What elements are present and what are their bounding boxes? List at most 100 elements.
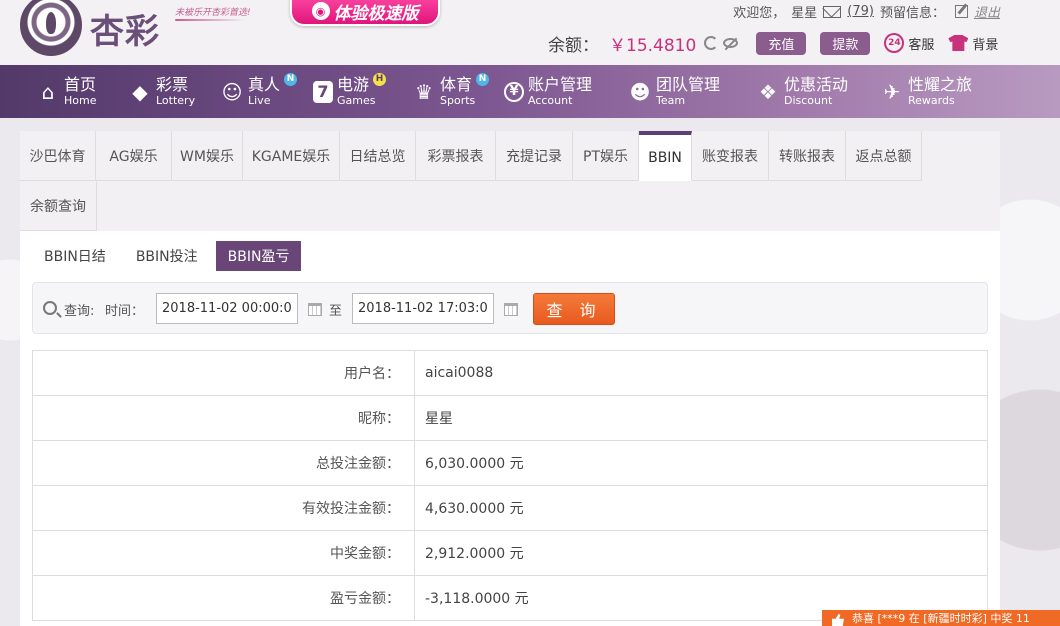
table-row: 昵称： 星星 <box>32 395 988 441</box>
nav-sublabel: Rewards <box>908 94 955 107</box>
main-nav: ⌂ 首页 Home ◆ 彩票 Lottery ☺ 真人 Live N 7 电游 Games… <box>0 65 1060 118</box>
tab-shaba-sports[interactable]: 沙巴体育 <box>20 131 96 181</box>
winner-ticker[interactable]: 恭喜 [***9 在 [新疆时时彩] 中奖 11 <box>822 610 1060 626</box>
row-label: 有效投注金额： <box>32 485 415 531</box>
row-value: aicai0088 <box>414 350 988 396</box>
nav-label: 团队管理 <box>656 75 721 94</box>
nav-label: 首页 <box>64 75 97 94</box>
calendar-icon[interactable] <box>308 303 322 316</box>
logout-link[interactable]: 退出 <box>974 2 1000 21</box>
nav-sublabel: Sports <box>440 94 476 107</box>
subtab-bbin-profit[interactable]: BBIN盈亏 <box>215 241 302 271</box>
hide-balance-icon[interactable] <box>723 38 739 48</box>
nav-item-account[interactable]: ¥ 账户管理 Account <box>504 65 592 118</box>
gift-icon: ❖ <box>759 79 777 104</box>
nav-item-rewards[interactable]: ✈ 性耀之旅 Rewards <box>880 65 972 118</box>
speed-version-button[interactable]: ◉ 体验极速版 <box>290 0 440 26</box>
brand-name[interactable]: 杏彩 <box>90 4 160 53</box>
row-label: 总投注金额： <box>32 440 415 486</box>
shirt-icon <box>948 35 969 51</box>
promo-icon: ◉ <box>311 2 330 20</box>
report-panel: 沙巴体育 AG娱乐 WM娱乐 KGAME娱乐 日结总览 彩票报表 充提记录 PT… <box>20 131 1000 626</box>
tab-balance-change[interactable]: 账变报表 <box>692 131 769 181</box>
customer-service-link[interactable]: 24 客服 <box>884 33 934 53</box>
nav-sublabel: Account <box>528 94 573 107</box>
search-icon <box>43 301 57 315</box>
nav-item-lottery[interactable]: ◆ 彩票 Lottery <box>128 65 195 118</box>
nav-sublabel: Games <box>337 94 376 107</box>
nav-sublabel: Home <box>64 94 97 107</box>
nav-sublabel: Team <box>656 94 686 107</box>
new-badge: N <box>476 73 489 86</box>
header: 杏彩 未被乐开杏彩首选! ◉ 体验极速版 欢迎您， 星星 (79) 预留信息： … <box>0 0 1060 65</box>
nav-item-live[interactable]: ☺ 真人 Live N <box>220 65 297 118</box>
live-icon: ☺ <box>221 79 243 104</box>
username: 星星 <box>791 6 818 21</box>
nav-label: 彩票 <box>156 75 189 94</box>
tab-bbin[interactable]: BBIN <box>639 131 692 181</box>
end-time-input[interactable] <box>352 293 494 324</box>
nav-item-discount[interactable]: ❖ 优惠活动 Discount <box>756 65 848 118</box>
row-value: 2,912.0000 元 <box>414 530 988 576</box>
trophy-icon: ♛ <box>415 79 433 104</box>
tab-kgame[interactable]: KGAME娱乐 <box>243 131 340 181</box>
slogan: 未被乐开杏彩首选! <box>175 5 251 21</box>
row-label: 昵称： <box>32 395 415 441</box>
ticker-text: 恭喜 [***9 在 [新疆时时彩] 中奖 11 <box>852 612 1030 625</box>
logo-icon[interactable] <box>20 0 82 56</box>
nav-item-team[interactable]: ☻ 团队管理 Team <box>628 65 720 118</box>
thumbs-up-icon <box>832 614 844 626</box>
row-label: 盈亏金额： <box>32 575 415 621</box>
tab-transfer-report[interactable]: 转账报表 <box>769 131 846 181</box>
table-row: 用户名： aicai0088 <box>32 350 988 396</box>
tab-deposit-records[interactable]: 充提记录 <box>496 131 573 181</box>
row-value: 星星 <box>414 395 988 441</box>
nav-item-home[interactable]: ⌂ 首页 Home <box>36 65 97 118</box>
rewards-icon: ✈ <box>883 79 901 104</box>
tab-ag[interactable]: AG娱乐 <box>96 131 172 181</box>
start-time-input[interactable] <box>156 293 298 324</box>
report-tabs: 沙巴体育 AG娱乐 WM娱乐 KGAME娱乐 日结总览 彩票报表 充提记录 PT… <box>20 131 1000 231</box>
nav-sublabel: Lottery <box>156 94 196 107</box>
search-bar: 查询: 时间： 至 查 询 <box>32 282 988 334</box>
customer-service-icon: 24 <box>884 33 905 53</box>
message-count[interactable]: (79) <box>847 4 874 19</box>
nav-item-sports[interactable]: ♛ 体育 Sports N <box>412 65 489 118</box>
refresh-icon[interactable] <box>704 36 719 50</box>
slot-icon: 7 <box>313 80 333 103</box>
recharge-button[interactable]: 充值 <box>756 31 807 55</box>
nav-sublabel: Discount <box>784 94 833 107</box>
nav-label: 账户管理 <box>528 75 593 94</box>
query-button[interactable]: 查 询 <box>533 293 615 325</box>
withdraw-button[interactable]: 提款 <box>820 31 871 55</box>
nav-label: 性耀之旅 <box>908 75 973 94</box>
mail-icon[interactable] <box>823 5 842 18</box>
tab-balance-query[interactable]: 余额查询 <box>20 181 97 231</box>
calendar-icon[interactable] <box>504 303 518 316</box>
customer-service-label: 客服 <box>908 37 935 53</box>
subtab-bbin-daily[interactable]: BBIN日结 <box>32 241 118 271</box>
to-label: 至 <box>329 304 343 319</box>
tab-lottery-report[interactable]: 彩票报表 <box>416 131 496 181</box>
lottery-icon: ◆ <box>132 79 148 104</box>
tab-wm[interactable]: WM娱乐 <box>172 131 243 181</box>
row-label: 用户名： <box>32 350 415 396</box>
user-bar: 欢迎您， 星星 (79) 预留信息： 退出 <box>733 2 1000 21</box>
balance-label: 余额： <box>548 35 599 56</box>
table-row: 总投注金额： 6,030.0000 元 <box>32 440 988 486</box>
account-icon: ¥ <box>504 81 524 102</box>
profit-summary-table: 用户名： aicai0088 昵称： 星星 总投注金额： 6,030.0000 … <box>32 350 988 621</box>
table-row: 中奖金额： 2,912.0000 元 <box>32 530 988 576</box>
nav-item-games[interactable]: 7 电游 Games H <box>313 65 386 118</box>
tab-daily-overview[interactable]: 日结总览 <box>340 131 416 181</box>
subtab-bbin-bets[interactable]: BBIN投注 <box>124 241 210 271</box>
nav-label: 真人 <box>248 75 281 94</box>
background-label: 背景 <box>972 37 999 53</box>
tab-rebate-total[interactable]: 返点总额 <box>846 131 922 181</box>
edit-icon[interactable] <box>954 5 968 18</box>
balance-bar: 余额： ￥15.4810 充值 提款 24 客服 背景 <box>548 30 998 56</box>
tab-pt[interactable]: PT娱乐 <box>573 131 639 181</box>
table-row: 有效投注金额： 4,630.0000 元 <box>32 485 988 531</box>
nav-label: 体育 <box>440 75 473 94</box>
background-link[interactable]: 背景 <box>948 34 998 53</box>
